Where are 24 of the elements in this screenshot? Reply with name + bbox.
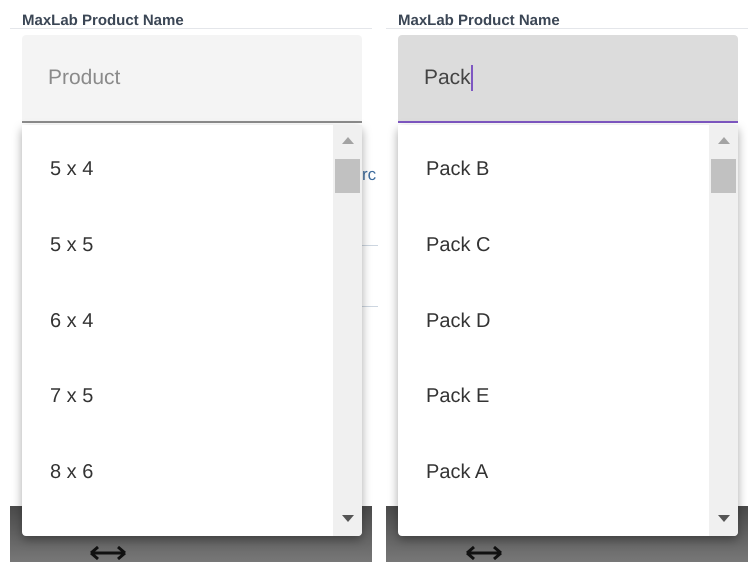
- dropdown-option[interactable]: 8 x 6: [22, 460, 333, 536]
- scrollbar[interactable]: [333, 125, 362, 536]
- dropdown-option[interactable]: Pack A: [398, 460, 709, 536]
- field-label: MaxLab Product Name: [21, 11, 185, 28]
- scroll-down-icon[interactable]: [718, 515, 730, 522]
- scroll-up-icon[interactable]: [342, 137, 354, 144]
- field-label: MaxLab Product Name: [397, 11, 561, 28]
- resize-icon: [464, 546, 504, 560]
- dropdown-option[interactable]: 6 x 4: [22, 308, 333, 384]
- dropdown-option[interactable]: 5 x 4: [22, 157, 333, 233]
- scroll-thumb[interactable]: [711, 159, 736, 193]
- dropdown-option[interactable]: Pack B: [398, 157, 709, 233]
- input-field[interactable]: Pack: [398, 35, 738, 123]
- dropdown-option[interactable]: Pack E: [398, 384, 709, 460]
- dropdown-option[interactable]: Pack D: [398, 308, 709, 384]
- dropdown-option[interactable]: Pack C: [398, 232, 709, 309]
- scroll-down-icon[interactable]: [342, 515, 354, 522]
- link-text: rc: [362, 165, 378, 185]
- dropdown-option[interactable]: 5 x 5: [22, 232, 333, 309]
- scroll-up-icon[interactable]: [718, 137, 730, 144]
- scrollbar[interactable]: [709, 125, 738, 536]
- dropdown-option[interactable]: 7 x 5: [22, 384, 333, 460]
- scroll-thumb[interactable]: [335, 159, 360, 193]
- resize-icon: [88, 546, 128, 560]
